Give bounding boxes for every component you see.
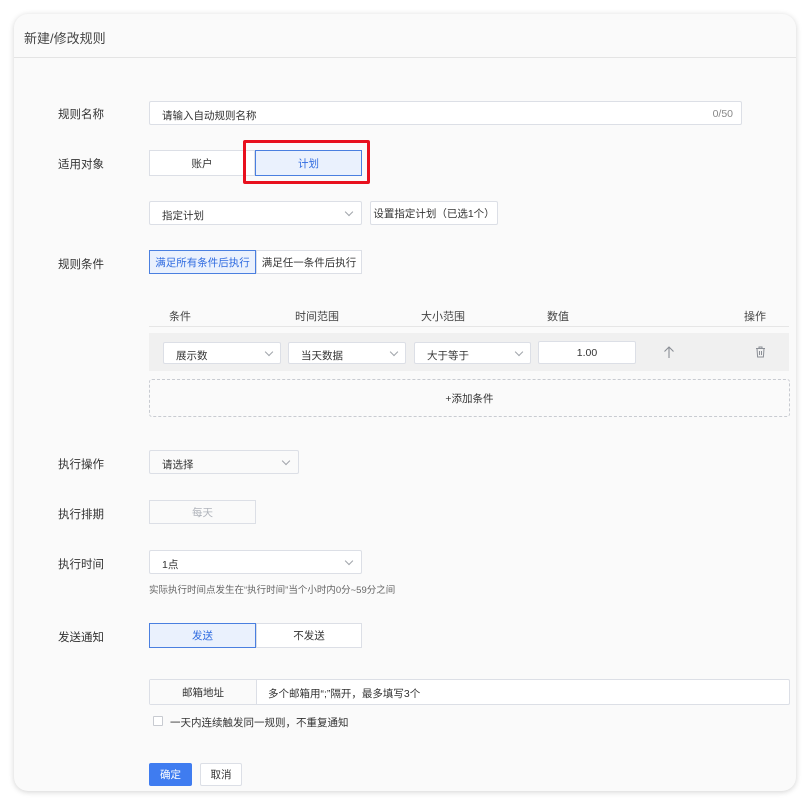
- notify-no-send[interactable]: 不发送: [256, 623, 362, 648]
- time-label: 执行时间: [58, 559, 104, 571]
- chevron-down-icon: [264, 347, 274, 357]
- comparison-select-value: 大于等于: [427, 350, 469, 362]
- table-header-operation: 操作: [744, 311, 766, 323]
- time-range-select[interactable]: 当天数据: [288, 342, 406, 364]
- action-select[interactable]: 请选择: [149, 450, 299, 474]
- conditions-label: 规则条件: [58, 259, 104, 271]
- chevron-down-icon: [514, 347, 524, 357]
- table-header-size-range: 大小范围: [421, 311, 465, 323]
- chevron-down-icon: [389, 347, 399, 357]
- confirm-button[interactable]: 确定: [149, 763, 192, 786]
- condition-select[interactable]: 展示数: [163, 342, 281, 364]
- condition-select-value: 展示数: [176, 350, 208, 362]
- rule-name-counter: 0/50: [712, 108, 733, 120]
- email-input[interactable]: 多个邮箱用“;”隔开，最多填写3个: [268, 686, 420, 701]
- schedule-daily[interactable]: 每天: [149, 500, 256, 524]
- table-header-value: 数值: [547, 311, 569, 323]
- dialog-title: 新建/修改规则: [24, 31, 106, 46]
- highlight-box: [243, 140, 370, 184]
- condition-mode-all[interactable]: 满足所有条件后执行: [149, 250, 256, 274]
- target-option-account[interactable]: 账户: [149, 150, 255, 176]
- chevron-down-icon: [344, 207, 354, 217]
- rule-name-label: 规则名称: [58, 109, 104, 121]
- chevron-down-icon: [281, 456, 291, 466]
- notify-label: 发送通知: [58, 632, 104, 644]
- cancel-button[interactable]: 取消: [200, 763, 242, 786]
- condition-mode-any[interactable]: 满足任一条件后执行: [256, 250, 362, 274]
- delete-icon[interactable]: [755, 346, 766, 358]
- time-hint: 实际执行时间点发生在“执行时间”当个小时内0分~59分之间: [149, 585, 396, 596]
- dialog-header: 新建/修改规则: [14, 14, 796, 58]
- no-repeat-label: 一天内连续触发同一规则，不重复通知: [170, 717, 349, 729]
- comparison-select[interactable]: 大于等于: [414, 342, 531, 364]
- notify-send[interactable]: 发送: [149, 623, 256, 648]
- no-repeat-checkbox[interactable]: [153, 716, 163, 726]
- target-label: 适用对象: [58, 159, 104, 171]
- plan-select[interactable]: 指定计划: [149, 201, 362, 225]
- rule-name-placeholder: 请输入自动规则名称: [162, 110, 257, 122]
- value-input[interactable]: 1.00: [538, 341, 636, 364]
- rule-name-input[interactable]: 请输入自动规则名称 0/50: [149, 101, 742, 125]
- add-condition-button[interactable]: +添加条件: [149, 379, 790, 417]
- time-select-value: 1点: [162, 559, 179, 571]
- email-label: 邮箱地址: [150, 680, 257, 704]
- plan-select-value: 指定计划: [162, 210, 204, 222]
- chevron-down-icon: [344, 556, 354, 566]
- email-group: 邮箱地址 多个邮箱用“;”隔开，最多填写3个: [149, 679, 790, 705]
- time-range-select-value: 当天数据: [301, 350, 343, 362]
- arrow-up-icon[interactable]: [663, 346, 675, 359]
- table-header-condition: 条件: [169, 311, 191, 323]
- schedule-label: 执行排期: [58, 509, 104, 521]
- time-select[interactable]: 1点: [149, 550, 362, 574]
- action-label: 执行操作: [58, 459, 104, 471]
- rule-dialog: 新建/修改规则 规则名称 请输入自动规则名称 0/50 适用对象 账户 计划 指…: [14, 14, 796, 791]
- set-plan-button[interactable]: 设置指定计划（已选1个）: [370, 201, 498, 225]
- table-header-time-range: 时间范围: [295, 311, 339, 323]
- action-select-placeholder: 请选择: [162, 459, 194, 471]
- table-divider: [149, 326, 789, 327]
- value-input-value: 1.00: [576, 347, 598, 359]
